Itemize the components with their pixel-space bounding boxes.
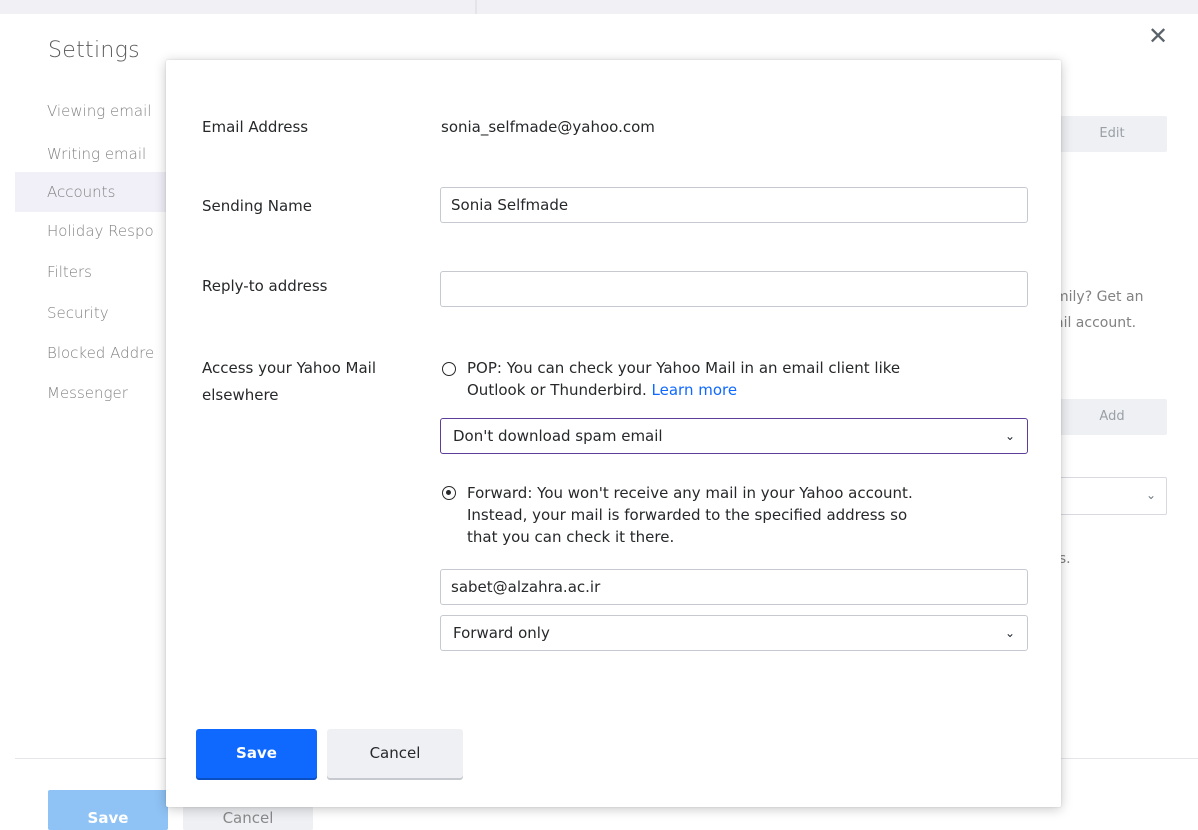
forward-description-line1: Forward: You won't receive any mail in y… (467, 484, 913, 502)
nav-item-messenger[interactable]: Messenger (47, 384, 128, 402)
background-save-button[interactable]: Save (48, 790, 168, 830)
nav-item-viewing-email[interactable]: Viewing email (47, 102, 151, 120)
pop-description: POP: You can check your Yahoo Mail in an… (467, 357, 1027, 401)
forward-description-line3: that you can check it there. (467, 528, 675, 546)
top-strip-divider (475, 0, 477, 14)
sending-name-field[interactable] (440, 187, 1028, 223)
forward-description-line2: Instead, your mail is forwarded to the s… (467, 506, 908, 524)
promo-text-line2: ail account. (1055, 315, 1137, 331)
forward-address-field[interactable] (440, 569, 1028, 605)
account-settings-dialog: Email Address sonia_selfmade@yahoo.com S… (166, 60, 1061, 807)
sending-name-label: Sending Name (202, 197, 312, 215)
forward-mode-select-value: Forward only (453, 624, 550, 642)
chevron-down-icon: ⌄ (1145, 488, 1156, 502)
pop-description-line2: Outlook or Thunderbird. (467, 381, 647, 399)
nav-item-accounts[interactable]: Accounts (47, 183, 115, 201)
close-icon[interactable]: ✕ (1148, 24, 1168, 48)
pop-spam-select-value: Don't download spam email (453, 427, 663, 445)
save-button[interactable]: Save (196, 729, 317, 778)
chevron-down-icon: ⌄ (1004, 429, 1015, 443)
reply-to-label: Reply-to address (202, 277, 328, 295)
add-button[interactable]: Add (1057, 399, 1167, 435)
cancel-button[interactable]: Cancel (327, 729, 463, 778)
top-strip (0, 0, 1198, 14)
promo-text-line1: mily? Get an (1055, 289, 1144, 305)
nav-item-blocked-addresses[interactable]: Blocked Addre (47, 344, 154, 362)
forward-radio[interactable] (442, 486, 456, 500)
edit-button[interactable]: Edit (1057, 116, 1167, 152)
access-elsewhere-label-line2: elsewhere (202, 386, 279, 404)
forward-description: Forward: You won't receive any mail in y… (467, 482, 1027, 548)
email-address-value: sonia_selfmade@yahoo.com (441, 118, 655, 136)
pop-description-line1: POP: You can check your Yahoo Mail in an… (467, 359, 901, 377)
nav-item-filters[interactable]: Filters (47, 263, 92, 281)
settings-title: Settings (48, 38, 140, 63)
pop-radio[interactable] (442, 362, 456, 376)
access-elsewhere-label-line1: Access your Yahoo Mail (202, 359, 377, 377)
chevron-down-icon: ⌄ (1004, 626, 1015, 640)
nav-item-holiday-response[interactable]: Holiday Respo (47, 222, 154, 240)
nav-item-writing-email[interactable]: Writing email (47, 145, 146, 163)
background-select[interactable]: ⌄ (1045, 477, 1167, 515)
nav-item-security[interactable]: Security (47, 304, 109, 322)
forward-mode-select[interactable]: Forward only ⌄ (440, 615, 1028, 651)
reply-to-field[interactable] (440, 271, 1028, 307)
learn-more-link[interactable]: Learn more (652, 381, 738, 399)
pop-spam-select[interactable]: Don't download spam email ⌄ (440, 418, 1028, 454)
email-address-label: Email Address (202, 118, 309, 136)
